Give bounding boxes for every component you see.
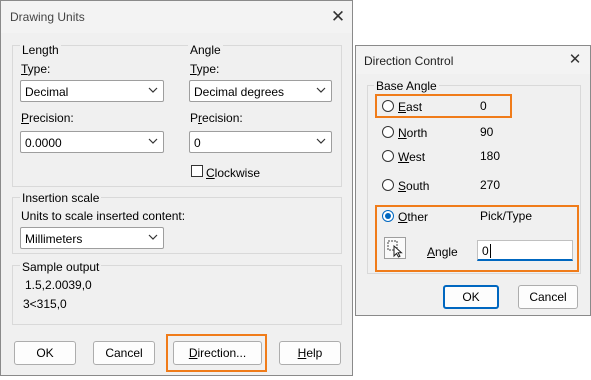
direction-control-dialog: Direction Control ✕ Base Angle East 0 No…	[355, 45, 591, 316]
west-radio[interactable]	[382, 150, 394, 162]
north-radio[interactable]	[382, 126, 394, 138]
close-icon[interactable]: ✕	[562, 46, 588, 74]
length-precision-value: 0.0000	[25, 136, 62, 150]
east-highlight	[375, 94, 512, 118]
insertion-units-select[interactable]: Millimeters	[20, 227, 164, 249]
length-precision-select[interactable]: 0.0000	[20, 131, 164, 153]
south-radio[interactable]	[382, 179, 394, 191]
east-label: East	[398, 100, 423, 114]
pick-cursor-icon	[387, 240, 403, 258]
angle-input-value: 0	[482, 244, 489, 258]
angle-label: Angle	[427, 245, 458, 259]
chevron-down-icon	[148, 138, 158, 144]
south-label: South	[398, 179, 430, 193]
angle-precision-label: Precision:	[190, 111, 243, 125]
help-button[interactable]: Help	[279, 341, 341, 365]
north-value: 90	[480, 125, 494, 139]
angle-precision-select[interactable]: 0	[189, 131, 332, 153]
direction-ok-button[interactable]: OK	[443, 285, 499, 309]
angle-type-value: Decimal degrees	[194, 85, 285, 99]
length-type-label: Type:	[21, 62, 51, 76]
east-value: 0	[480, 99, 487, 113]
base-angle-label: Base Angle	[374, 79, 439, 93]
other-radio[interactable]	[382, 210, 394, 222]
clockwise-label: Clockwise	[206, 166, 261, 180]
direction-titlebar: Direction Control ✕	[356, 46, 590, 74]
dialog-title: Drawing Units	[10, 10, 85, 24]
pick-angle-button[interactable]	[384, 237, 406, 259]
units-to-scale-label: Units to scale inserted content:	[21, 209, 186, 223]
south-value: 270	[480, 178, 501, 192]
pick-type-label: Pick/Type	[480, 209, 533, 223]
length-precision-label: Precision:	[21, 111, 74, 125]
angle-input[interactable]: 0	[477, 240, 573, 261]
length-type-value: Decimal	[25, 85, 69, 99]
chevron-down-icon	[316, 138, 326, 144]
direction-button[interactable]: Direction...	[173, 341, 262, 365]
chevron-down-icon	[148, 87, 158, 93]
sample-output-group	[12, 265, 342, 325]
ok-button[interactable]: OK	[14, 341, 76, 365]
other-label: Other	[398, 210, 429, 224]
sample-output-label: Sample output	[20, 260, 102, 274]
north-label: North	[398, 126, 428, 140]
angle-group-label: Angle	[188, 43, 223, 57]
drawing-units-titlebar: Drawing Units ✕	[1, 1, 352, 33]
clockwise-checkbox[interactable]	[191, 165, 203, 177]
insertion-units-value: Millimeters	[25, 232, 83, 246]
angle-precision-value: 0	[194, 136, 201, 150]
chevron-down-icon	[148, 234, 158, 240]
chevron-down-icon	[316, 87, 326, 93]
west-value: 180	[480, 149, 501, 163]
direction-dialog-title: Direction Control	[364, 54, 454, 68]
length-group-label: Length	[20, 43, 61, 57]
cancel-button[interactable]: Cancel	[93, 341, 155, 365]
length-type-select[interactable]: Decimal	[20, 80, 164, 102]
sample-output-line2: 3<315,0	[23, 297, 67, 311]
text-caret	[490, 244, 491, 258]
insertion-scale-label: Insertion scale	[20, 191, 102, 205]
west-label: West	[398, 150, 426, 164]
angle-type-select[interactable]: Decimal degrees	[189, 80, 332, 102]
east-radio[interactable]	[382, 100, 394, 112]
angle-type-label: Type:	[190, 62, 220, 76]
close-icon[interactable]: ✕	[323, 2, 353, 32]
drawing-units-dialog: Drawing Units ✕ Length Type: Decimal Pre…	[0, 0, 353, 376]
sample-output-line1: 1.5,2.0039,0	[25, 278, 92, 292]
direction-cancel-button[interactable]: Cancel	[518, 285, 578, 309]
